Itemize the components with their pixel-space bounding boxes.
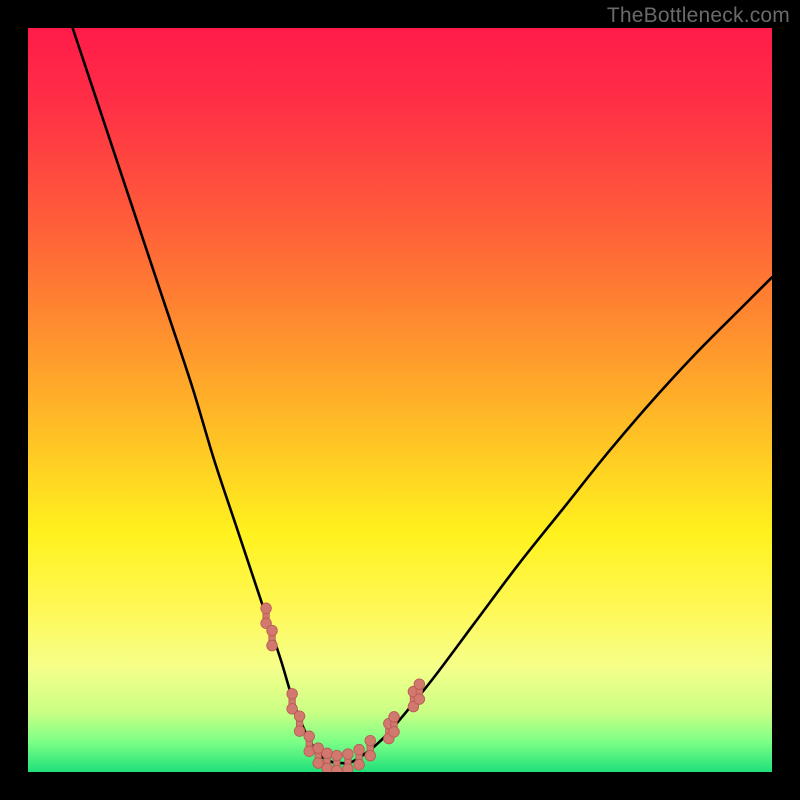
chart-svg	[28, 28, 772, 772]
chart-frame: TheBottleneck.com	[0, 0, 800, 800]
gradient-background	[28, 28, 772, 772]
plot-area	[28, 28, 772, 772]
watermark-text: TheBottleneck.com	[607, 4, 790, 28]
